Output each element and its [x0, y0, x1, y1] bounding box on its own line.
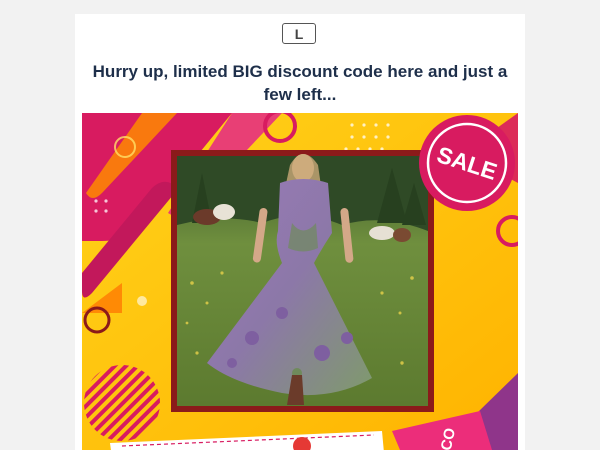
brand-logo[interactable]: L	[282, 23, 316, 44]
striped-circle	[84, 365, 160, 441]
sale-badge[interactable]: SALE	[419, 115, 515, 211]
product-photo[interactable]	[171, 150, 434, 412]
promo-headline: Hurry up, limited BIG discount code here…	[92, 62, 508, 104]
logo-letter: L	[294, 25, 304, 42]
sale-banner[interactable]: SALE CO	[82, 113, 518, 450]
banner-graphic: SALE CO	[82, 113, 518, 450]
email-card: L Hurry up, limited BIG discount code he…	[75, 14, 525, 450]
